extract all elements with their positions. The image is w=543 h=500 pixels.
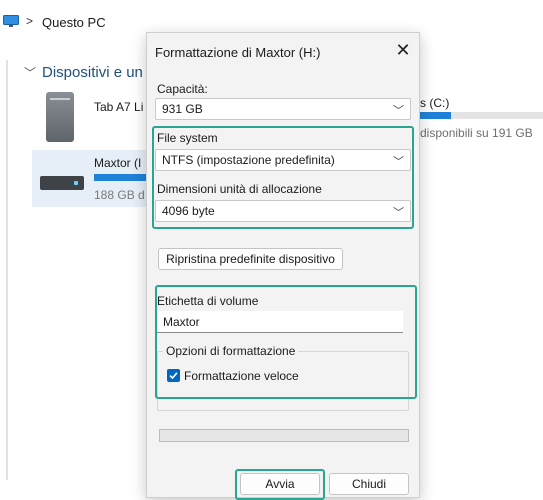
drive-item-maxtor[interactable]: Maxtor (I 188 GB d (32, 150, 150, 207)
close-button[interactable]: Chiudi (329, 473, 409, 495)
drive-usage-fill (420, 112, 451, 119)
allocation-size-value: 4096 byte (162, 204, 215, 218)
breadcrumb-location[interactable]: Questo PC (42, 15, 106, 30)
capacity-label: Capacità: (157, 82, 208, 96)
capacity-value: 931 GB (162, 102, 203, 116)
dialog-title: Formattazione di Maxtor (H:) (155, 45, 321, 60)
drive-name: s (C:) (420, 96, 450, 110)
chevron-down-icon: ﹀ (393, 156, 404, 168)
volume-label-label: Etichetta di volume (157, 294, 259, 308)
quick-format-label[interactable]: Formattazione veloce (184, 369, 299, 383)
allocation-size-select[interactable]: 4096 byte ﹀ (155, 200, 411, 222)
capacity-select[interactable]: 931 GB ﹀ (155, 98, 411, 120)
format-options-legend: Opzioni di formattazione (163, 344, 299, 358)
file-system-value: NTFS (impostazione predefinita) (162, 153, 335, 167)
drive-name: Maxtor (I (94, 156, 142, 170)
drive-free-space: 188 GB d (94, 188, 145, 202)
computer-icon (3, 15, 19, 27)
format-dialog: Formattazione di Maxtor (H:) ✕ Capacità:… (146, 32, 420, 500)
scrollbar[interactable] (6, 60, 8, 480)
group-header-devices[interactable]: ﹀ Dispositivi e un (24, 64, 143, 81)
drive-name: Tab A7 Li (94, 100, 144, 114)
group-header-label: Dispositivi e un (42, 64, 143, 81)
format-progress-bar (159, 429, 409, 442)
file-system-label: File system (157, 131, 218, 145)
chevron-down-icon: ﹀ (393, 207, 404, 219)
drive-usage-bar (94, 174, 150, 181)
volume-label-input[interactable] (157, 311, 403, 333)
drive-usage-bar (420, 112, 543, 119)
chevron-down-icon: ﹀ (24, 66, 37, 80)
drive-item-c[interactable]: s (C:) disponibili su 191 GB (420, 92, 543, 152)
breadcrumb-chevron-icon: > (26, 14, 34, 28)
checkmark-icon (169, 372, 178, 380)
chevron-down-icon: ﹀ (393, 105, 404, 117)
hard-drive-icon (40, 176, 84, 190)
device-tower-icon (46, 92, 74, 142)
start-button[interactable]: Avvia (240, 473, 320, 495)
close-icon[interactable]: ✕ (393, 41, 413, 61)
file-system-select[interactable]: NTFS (impostazione predefinita) ﹀ (155, 149, 411, 171)
drive-free-space: disponibili su 191 GB (420, 126, 533, 140)
restore-defaults-button[interactable]: Ripristina predefinite dispositivo (158, 248, 343, 270)
allocation-size-label: Dimensioni unità di allocazione (157, 182, 322, 196)
quick-format-checkbox[interactable] (167, 369, 180, 382)
drive-item-tab[interactable]: Tab A7 Li (40, 90, 160, 148)
